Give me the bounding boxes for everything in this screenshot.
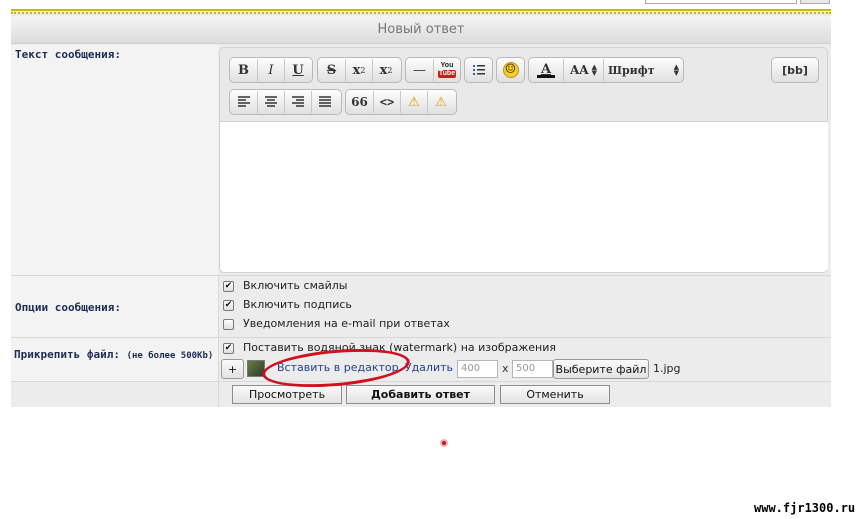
hr-button[interactable]: —	[406, 59, 433, 81]
add-file-button[interactable]: +	[221, 359, 244, 379]
attach-size-note: (не более 500Kb)	[126, 351, 214, 361]
message-label: Текст сообщения:	[15, 48, 121, 61]
font-family-select[interactable]: Шрифт ▲ ▼	[603, 59, 683, 81]
preview-button[interactable]: Просмотреть	[232, 385, 342, 404]
divider	[11, 381, 831, 382]
align-center-icon	[265, 96, 277, 107]
signature-checkbox[interactable]: ✔	[223, 300, 234, 311]
youtube-icon-bottom: Tube	[438, 70, 456, 78]
quote-button[interactable]: 66	[346, 91, 373, 113]
selected-filename: 1.jpg	[653, 362, 681, 375]
hide-icon: ⚠	[435, 94, 447, 110]
watermark-checkbox[interactable]: ✔	[223, 343, 234, 354]
notify-checkbox-label: Уведомления на e-mail при ответах	[243, 317, 450, 330]
font-color-button[interactable]: A	[529, 59, 563, 81]
font-size-label: AA	[569, 63, 589, 77]
superscript-base: x	[352, 62, 361, 78]
font-size-spin-icon: ▲ ▼	[591, 62, 597, 77]
submit-reply-button[interactable]: Добавить ответ	[346, 385, 495, 404]
bb-button[interactable]: [bb]	[771, 57, 819, 83]
align-right-button[interactable]	[284, 91, 311, 113]
youtube-icon: You Tube	[438, 62, 456, 78]
attach-label: Прикрепить файл: (не более 500Kb)	[14, 348, 213, 361]
site-watermark: www.fjr1300.ru	[754, 501, 856, 515]
smile-group: ☺	[496, 57, 525, 83]
superscript-mark: 2	[360, 65, 366, 75]
notify-checkbox[interactable]	[223, 319, 234, 330]
block-group: 66 <> ⚠ ⚠	[345, 89, 457, 115]
bold-button[interactable]: B	[230, 59, 257, 81]
subscript-mark: 2	[387, 65, 393, 75]
youtube-icon-top: You	[440, 62, 454, 69]
message-textarea[interactable]	[220, 121, 828, 272]
quote-icon: 66	[351, 95, 368, 109]
hide-button[interactable]: ⚠	[427, 91, 454, 113]
attach-label-text: Прикрепить файл:	[14, 348, 120, 361]
format-group: B I U	[229, 57, 313, 83]
font-family-spin-icon: ▲ ▼	[673, 62, 679, 77]
insert-group: — You Tube	[405, 57, 461, 83]
smiles-checkbox[interactable]: ✔	[223, 281, 234, 292]
smile-icon: ☺	[502, 62, 519, 78]
spoiler-button[interactable]: ⚠	[400, 91, 427, 113]
list-group	[464, 57, 493, 83]
options-label: Опции сообщения:	[15, 301, 121, 314]
subscript-base: x	[379, 62, 388, 78]
strike-button[interactable]: S	[318, 59, 345, 81]
dimension-separator: x	[502, 362, 509, 375]
image-width-input[interactable]: 400	[457, 360, 498, 378]
cancel-button[interactable]: Отменить	[500, 385, 610, 404]
font-family-label: Шрифт	[608, 63, 655, 77]
red-dot-marker	[440, 439, 448, 447]
watermark-checkbox-label: Поставить водяной знак (watermark) на из…	[243, 341, 557, 354]
align-center-button[interactable]	[257, 91, 284, 113]
smiles-checkbox-label: Включить смайлы	[243, 279, 348, 292]
align-justify-button[interactable]	[311, 91, 338, 113]
code-button[interactable]: <>	[373, 91, 400, 113]
superscript-button[interactable]: x2	[345, 59, 372, 81]
top-search-button[interactable]	[800, 0, 830, 4]
signature-checkbox-label: Включить подпись	[243, 298, 352, 311]
youtube-button[interactable]: You Tube	[433, 59, 460, 81]
script-group: S x2 x2	[317, 57, 402, 83]
align-left-button[interactable]	[230, 91, 257, 113]
spoiler-icon: ⚠	[408, 94, 420, 110]
font-group: A AA ▲ ▼ Шрифт ▲ ▼	[528, 57, 684, 83]
align-right-icon	[292, 96, 304, 107]
align-left-icon	[237, 96, 250, 107]
font-size-select[interactable]: AA ▲ ▼	[563, 59, 603, 81]
form-title: Новый ответ	[11, 16, 831, 44]
align-justify-icon	[319, 96, 331, 107]
gold-rule	[11, 9, 831, 14]
align-group	[229, 89, 342, 115]
code-icon: <>	[379, 95, 395, 109]
list-button[interactable]	[465, 59, 492, 81]
smile-button[interactable]: ☺	[497, 59, 524, 81]
top-search-input[interactable]	[645, 0, 797, 4]
image-height-input[interactable]: 500	[512, 360, 553, 378]
choose-file-button[interactable]: Выберите файл	[553, 359, 649, 379]
italic-button[interactable]: I	[257, 59, 284, 81]
message-label-cell	[11, 45, 218, 275]
subscript-button[interactable]: x2	[372, 59, 399, 81]
list-icon	[472, 65, 485, 75]
underline-button[interactable]: U	[284, 59, 311, 81]
font-color-swatch	[537, 75, 555, 78]
column-divider	[218, 276, 219, 407]
